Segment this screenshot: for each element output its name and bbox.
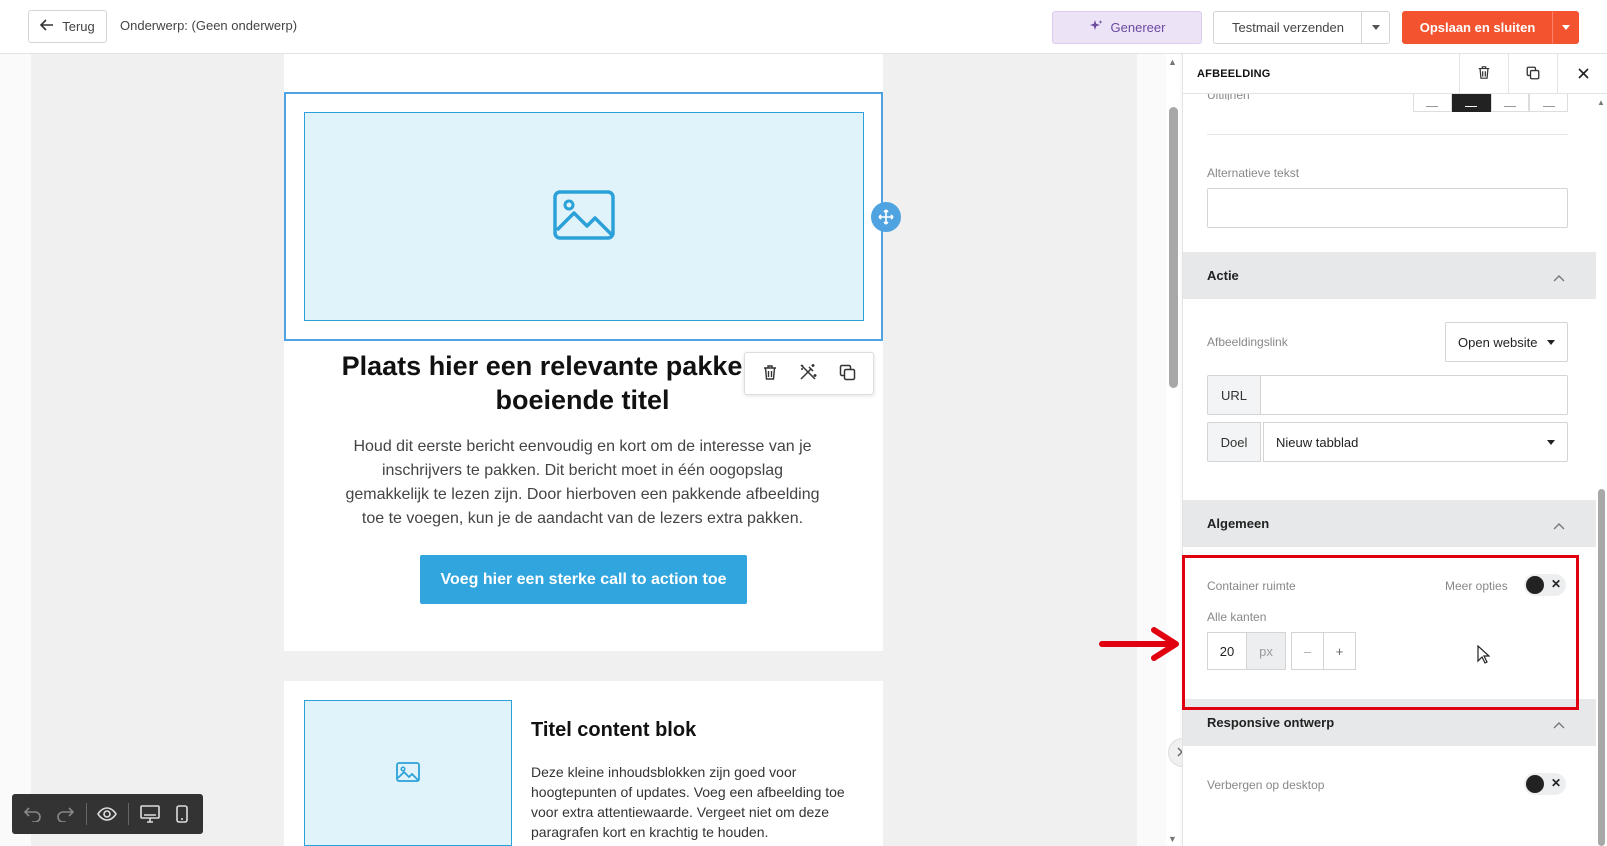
testmail-button[interactable]: Testmail verzenden: [1213, 11, 1362, 44]
undo-icon[interactable]: [18, 799, 48, 829]
hide-desktop-label: Verbergen op desktop: [1207, 778, 1325, 792]
caret-down-icon: [1547, 339, 1555, 345]
align-left-button[interactable]: [1413, 94, 1452, 112]
section-algemeen[interactable]: Algemeen: [1183, 500, 1596, 547]
image-placeholder[interactable]: [304, 112, 864, 321]
align-right-button[interactable]: [1490, 94, 1530, 112]
section-title: Algemeen: [1207, 516, 1270, 531]
panel-header: AFBEELDING: [1183, 54, 1607, 94]
align-justify-button[interactable]: [1529, 94, 1568, 112]
mouse-cursor-icon: [1477, 644, 1491, 668]
close-icon: [1577, 67, 1589, 82]
section-title: Actie: [1207, 268, 1239, 283]
cta-button[interactable]: Voeg hier een sterke call to action toe: [420, 555, 747, 604]
duplicate-block-button[interactable]: [1508, 54, 1557, 94]
image-icon: [553, 190, 615, 243]
target-value: Nieuw tabblad: [1276, 434, 1359, 450]
bottom-toolbar: [12, 794, 203, 834]
sparkle-icon: [1089, 19, 1103, 36]
top-bar: Terug Onderwerp: (Geen onderwerp) Genere…: [0, 0, 1607, 54]
content-block-text[interactable]: Deze kleine inhoudsblokken zijn goed voo…: [531, 762, 856, 842]
align-center-icon: [1465, 105, 1478, 107]
panel-scroll-thumb[interactable]: [1598, 489, 1605, 846]
scroll-up-icon[interactable]: ▲: [1597, 98, 1605, 107]
scroll-up-icon[interactable]: ▲: [1168, 57, 1177, 67]
align-label: Uitlijnen: [1207, 94, 1250, 100]
mobile-icon[interactable]: [167, 799, 197, 829]
subject-label[interactable]: Onderwerp: (Geen onderwerp): [120, 18, 297, 33]
testmail-dropdown-button[interactable]: [1361, 11, 1390, 44]
save-dropdown-button[interactable]: [1552, 11, 1579, 44]
back-label: Terug: [62, 19, 95, 34]
close-panel-button[interactable]: [1557, 54, 1607, 94]
back-button[interactable]: Terug: [28, 10, 107, 43]
trash-icon[interactable]: [762, 364, 778, 384]
chevron-up-icon: [1553, 270, 1565, 285]
delete-block-button[interactable]: [1459, 54, 1508, 94]
toolbar-divider: [85, 803, 87, 825]
hide-desktop-toggle[interactable]: ✕: [1524, 773, 1566, 795]
image-icon: [396, 761, 420, 785]
preview-eye-icon[interactable]: [93, 799, 123, 829]
url-addon: URL: [1207, 375, 1261, 415]
toggle-knob: [1526, 775, 1544, 793]
generate-button[interactable]: Genereer: [1052, 11, 1202, 44]
align-justify-icon: [1542, 105, 1555, 107]
magic-wand-icon[interactable]: [799, 363, 817, 384]
selected-image-block[interactable]: [284, 92, 883, 341]
caret-down-icon: [1371, 25, 1380, 30]
canvas-scroll-thumb[interactable]: [1169, 107, 1178, 388]
align-right-icon: [1503, 105, 1516, 107]
block-toolbar: [744, 352, 874, 395]
caret-down-icon: [1547, 439, 1555, 445]
align-left-icon: [1426, 105, 1439, 107]
section-title: Responsive ontwerp: [1207, 715, 1335, 730]
panel-title: AFBEELDING: [1197, 68, 1271, 80]
align-button-group: [1413, 94, 1568, 112]
caret-down-icon: [1561, 25, 1570, 30]
image-link-select[interactable]: Open website: [1445, 322, 1568, 362]
desktop-icon[interactable]: [135, 799, 165, 829]
divider: [1207, 134, 1568, 135]
url-input[interactable]: [1260, 375, 1568, 415]
image-link-label: Afbeeldingslink: [1207, 335, 1288, 349]
close-icon: ✕: [1551, 776, 1562, 790]
align-center-button[interactable]: [1451, 94, 1491, 112]
scroll-down-icon[interactable]: ▼: [1168, 834, 1177, 844]
target-addon: Doel: [1207, 422, 1261, 462]
arrow-left-icon: [40, 19, 54, 34]
redo-icon[interactable]: [50, 799, 80, 829]
chevron-up-icon: [1553, 717, 1565, 732]
save-and-close-button[interactable]: Opslaan en sluiten: [1402, 11, 1553, 44]
save-label: Opslaan en sluiten: [1419, 20, 1536, 35]
generate-label: Genereer: [1110, 20, 1166, 35]
highlight-box: [1182, 555, 1579, 710]
content-block-title[interactable]: Titel content blok: [531, 719, 696, 742]
alt-text-input[interactable]: [1207, 188, 1568, 228]
alt-text-label: Alternatieve tekst: [1207, 166, 1300, 180]
properties-panel: AFBEELDING Uitlijnen Alternatieve tekst …: [1182, 54, 1607, 846]
duplicate-icon: [1526, 66, 1540, 83]
red-arrow-icon: [1099, 627, 1182, 664]
toolbar-divider: [128, 803, 130, 825]
testmail-label: Testmail verzenden: [1232, 20, 1344, 35]
hero-body-text[interactable]: Houd dit eerste bericht eenvoudig en kor…: [340, 435, 825, 531]
image-link-value: Open website: [1458, 334, 1538, 350]
content-image-placeholder[interactable]: [304, 700, 512, 846]
section-actie[interactable]: Actie: [1183, 252, 1596, 299]
trash-icon: [1477, 65, 1491, 83]
chevron-up-icon: [1553, 518, 1565, 533]
target-select[interactable]: Nieuw tabblad: [1263, 422, 1568, 462]
move-handle-icon[interactable]: [871, 202, 901, 232]
duplicate-icon[interactable]: [839, 364, 856, 384]
